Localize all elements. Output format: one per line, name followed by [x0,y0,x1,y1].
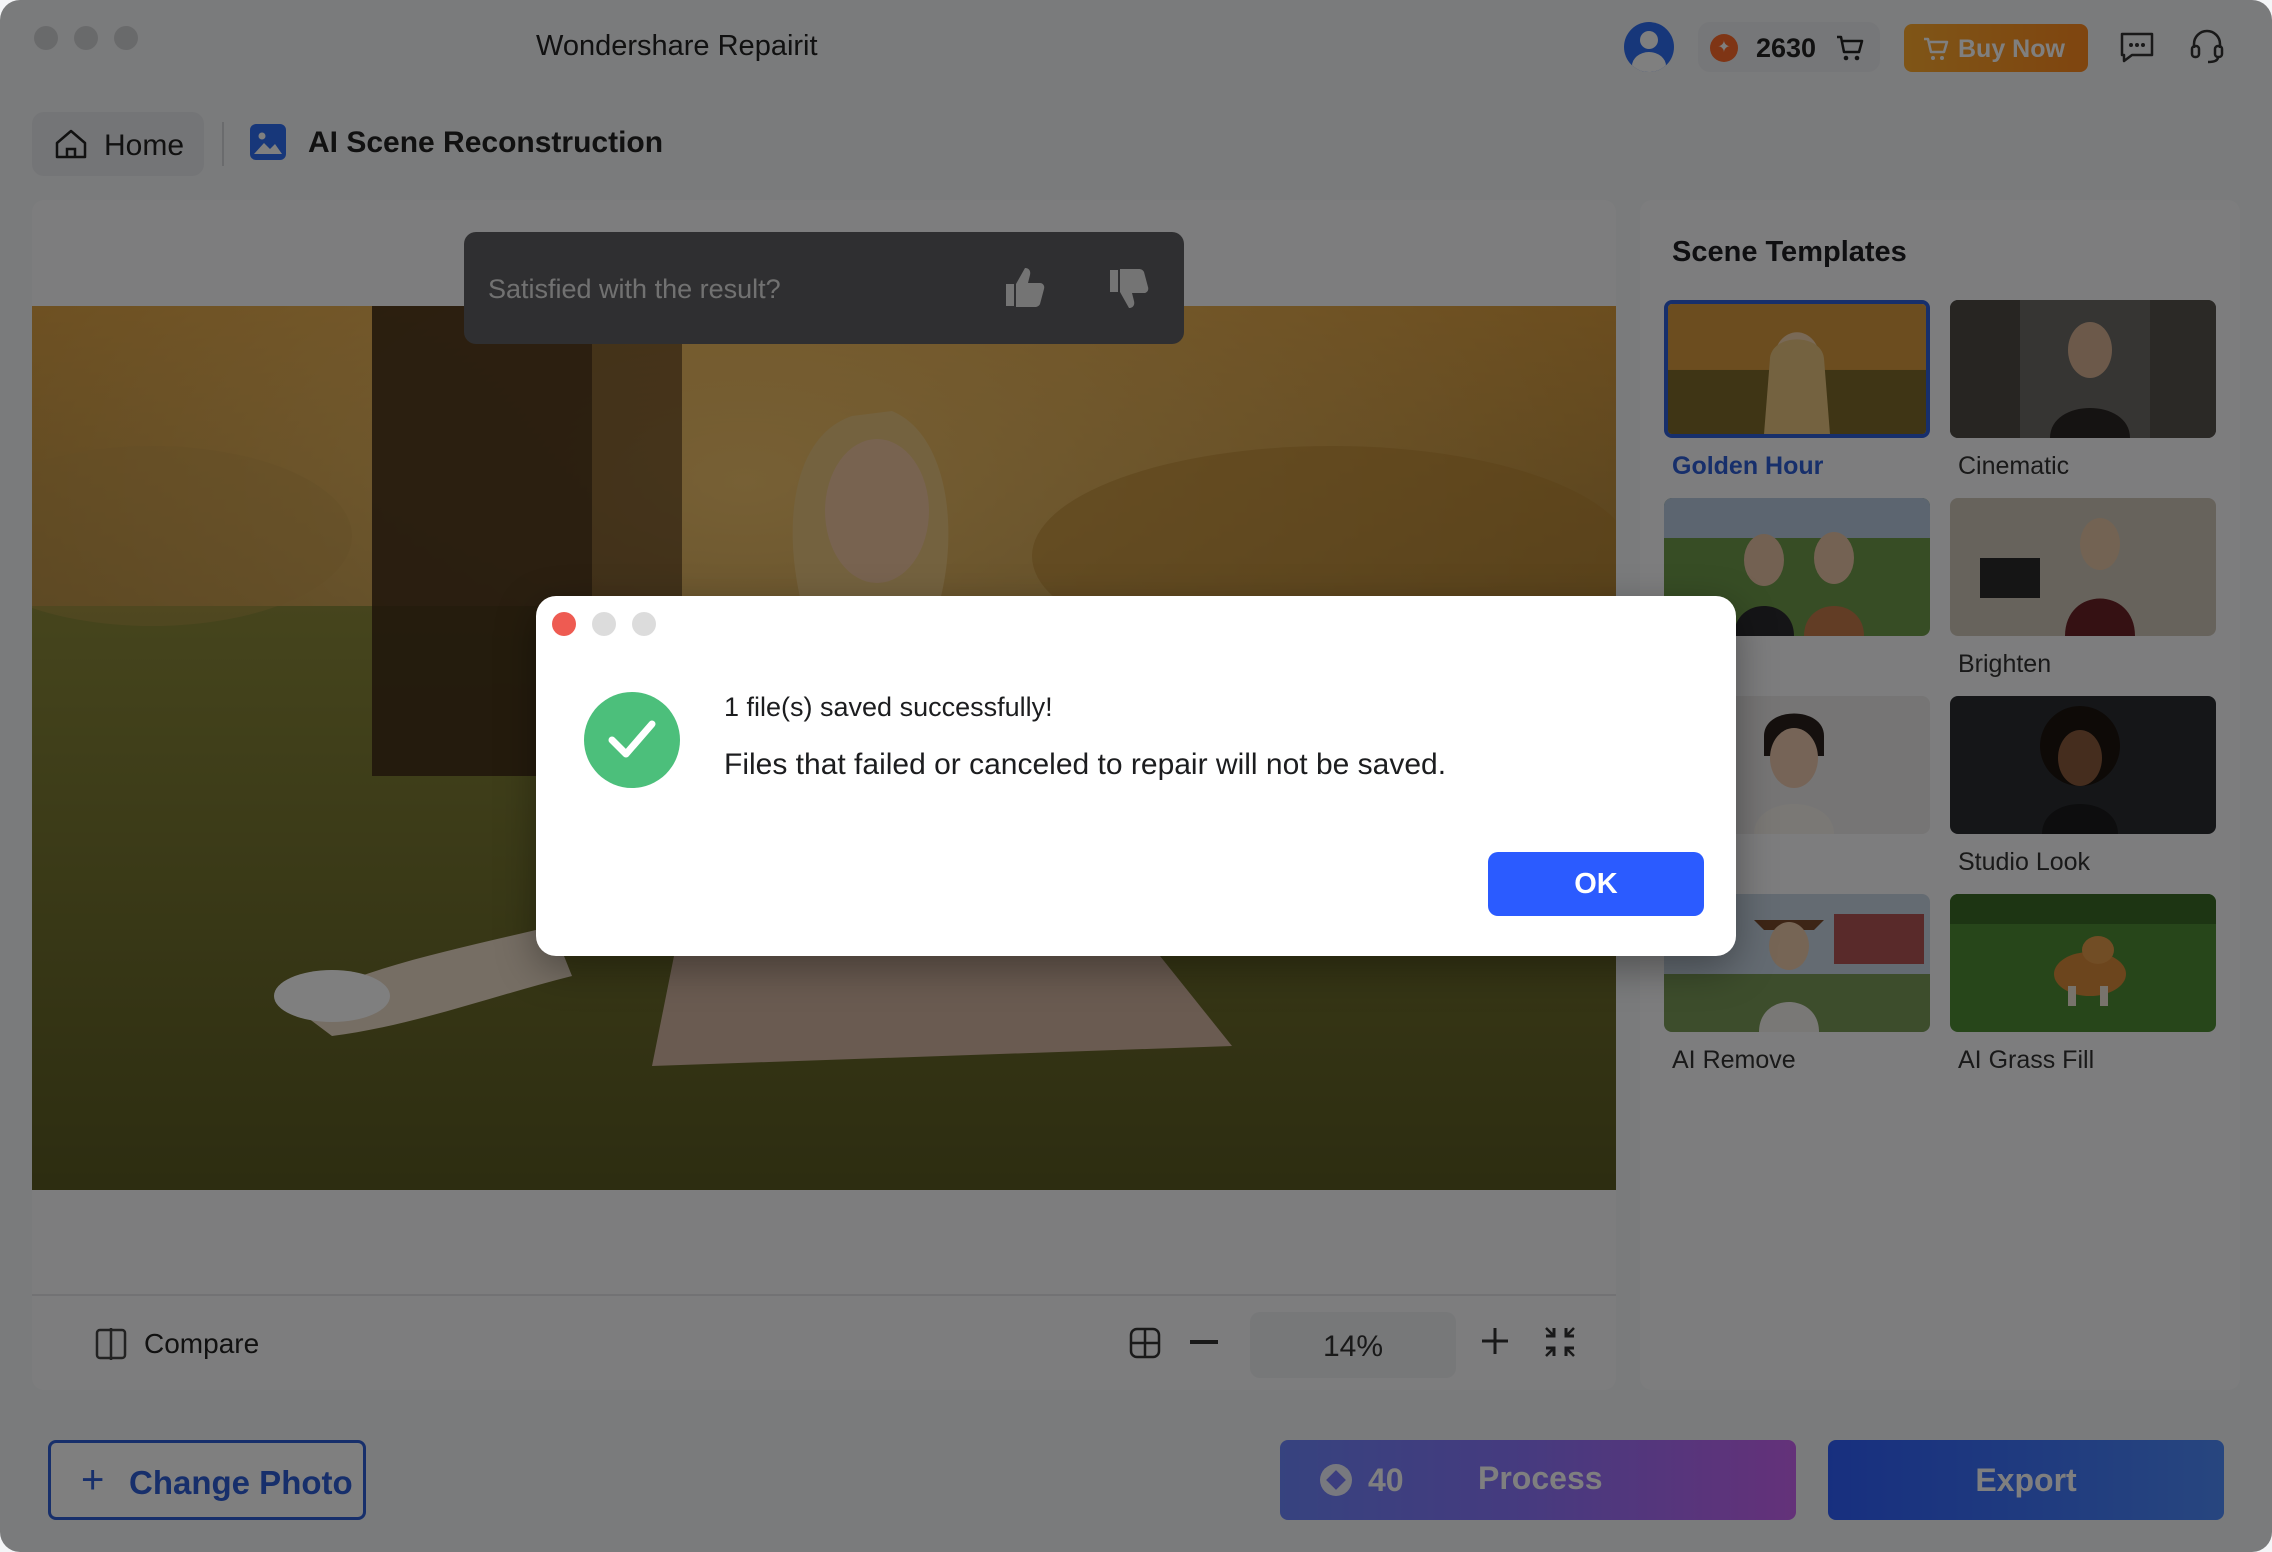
dialog-minimize-button [592,612,616,636]
app-window: Wondershare Repairit ✦ 2630 Buy Now [0,0,2272,1552]
dialog-message: Files that failed or canceled to repair … [724,748,1447,781]
ok-button[interactable]: OK [1488,852,1704,916]
dialog-zoom-button [632,612,656,636]
modal-overlay: 1 file(s) saved successfully! Files that… [0,0,2272,1552]
dialog-title: 1 file(s) saved successfully! [724,692,1053,722]
success-check-icon [584,692,680,788]
save-success-dialog: 1 file(s) saved successfully! Files that… [536,596,1736,956]
dialog-close-button[interactable] [552,612,576,636]
